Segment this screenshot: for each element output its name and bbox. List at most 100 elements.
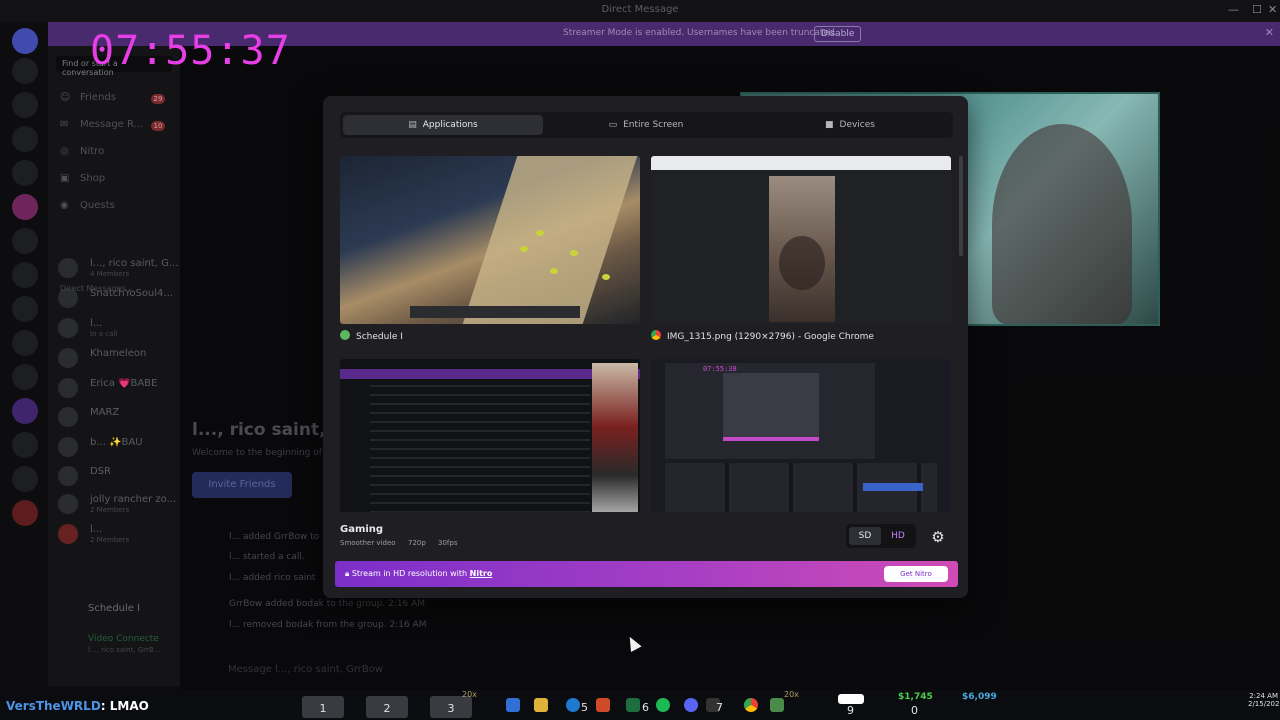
- get-nitro-button[interactable]: Get Nitro: [884, 566, 948, 582]
- system-clock[interactable]: 2:24 AM 2/15/202: [1248, 692, 1280, 708]
- server-icon[interactable]: [12, 92, 38, 118]
- chrome-taskbar-icon[interactable]: [744, 698, 758, 712]
- brave-icon[interactable]: [596, 698, 610, 712]
- close-banner-icon[interactable]: ✕: [1265, 26, 1274, 39]
- game-hotbar: [410, 306, 580, 318]
- dm-item[interactable]: jolly rancher zo... 2 Members: [58, 492, 176, 518]
- tab-devices[interactable]: ■ Devices: [750, 115, 950, 135]
- voice-status: Video Connecte: [88, 634, 159, 644]
- server-icon[interactable]: [12, 330, 38, 356]
- server-icon[interactable]: [12, 58, 38, 84]
- avatar: [58, 407, 78, 427]
- system-date: 2/15/202: [1248, 700, 1280, 708]
- source-thumbnail-schedule-i[interactable]: [340, 156, 640, 324]
- source-thumbnail-obs[interactable]: 07:55:38: [651, 359, 951, 512]
- count-badge: 20x: [784, 690, 799, 699]
- dm-item[interactable]: DSR: [58, 464, 176, 490]
- sidebar-item-quests[interactable]: ◉ Quests: [60, 200, 115, 211]
- file-explorer-icon[interactable]: [534, 698, 548, 712]
- browser-toolbar: [651, 156, 951, 170]
- server-icon[interactable]: [12, 398, 38, 424]
- avatar: [58, 524, 78, 544]
- gear-icon[interactable]: ⚙: [927, 526, 949, 548]
- shop-icon: ▣: [60, 173, 70, 184]
- taskbar: VersTheWRLD: LMAO 1 2 3 20x 5 6 7 20x 9 …: [0, 690, 1280, 720]
- dm-sidebar: Find or start a conversation ☺ Friends 29…: [48, 46, 180, 686]
- dm-item[interactable]: Erica 💗BABE: [58, 376, 176, 402]
- screen-share-modal: ▤ Applications ▭ Entire Screen ■ Devices S: [323, 96, 968, 598]
- friends-icon: ☺: [60, 92, 71, 103]
- dm-item[interactable]: l..., rico saint, G... 4 Members: [58, 256, 178, 282]
- ticker-username: VersTheWRLD: [6, 699, 101, 713]
- minimize-button[interactable]: —: [1228, 3, 1239, 16]
- tab-applications[interactable]: ▤ Applications: [343, 115, 543, 135]
- start-icon[interactable]: [506, 698, 520, 712]
- avatar: [58, 258, 78, 278]
- server-icon[interactable]: [12, 262, 38, 288]
- tab-entire-screen[interactable]: ▭ Entire Screen: [546, 115, 746, 135]
- screen-count: 9: [847, 704, 854, 717]
- quality-toggle: SD HD: [846, 524, 916, 548]
- screen-icon[interactable]: [838, 694, 864, 704]
- server-icon[interactable]: [12, 466, 38, 492]
- photo-face: [779, 236, 825, 290]
- discord-home-icon[interactable]: [12, 28, 38, 54]
- app-icon[interactable]: [770, 698, 784, 712]
- scrollbar[interactable]: [959, 156, 963, 256]
- server-icon[interactable]: [12, 364, 38, 390]
- excel-icon[interactable]: [626, 698, 640, 712]
- avatar: [58, 466, 78, 486]
- discord-rows: [370, 385, 590, 512]
- dm-item[interactable]: b... ✨BAU: [58, 435, 176, 461]
- webcam-person: [992, 124, 1132, 324]
- desktop-screen: Direct Message — ☐ ✕ Streamer Mode is en…: [0, 0, 1280, 720]
- server-icon[interactable]: [12, 432, 38, 458]
- dm-item[interactable]: SnatchYoSoul4...: [58, 286, 176, 312]
- ticker-message: : LMAO: [100, 699, 149, 713]
- hd-option[interactable]: HD: [882, 527, 914, 545]
- climbing-hold: [570, 250, 578, 256]
- sidebar-item-nitro[interactable]: ◎ Nitro: [60, 146, 104, 157]
- avatar: [58, 378, 78, 398]
- server-icon[interactable]: [12, 500, 38, 526]
- nitro-link[interactable]: Nitro: [470, 569, 493, 578]
- maximize-button[interactable]: ☐: [1252, 3, 1262, 16]
- server-icon[interactable]: [12, 296, 38, 322]
- nitro-icon: ◎: [60, 146, 69, 157]
- server-icon[interactable]: [12, 160, 38, 186]
- climbing-hold: [536, 230, 544, 236]
- obs-timer: 07:55:38: [703, 365, 737, 373]
- workspace-1[interactable]: 1: [302, 696, 344, 718]
- dm-item[interactable]: l... In a call: [58, 316, 176, 342]
- dm-item[interactable]: MARZ: [58, 405, 176, 431]
- edge-icon[interactable]: [566, 698, 580, 712]
- workspace-2[interactable]: 2: [366, 696, 408, 718]
- excel-count: 6: [642, 701, 649, 714]
- obs-inner: [723, 373, 819, 441]
- climbing-hold: [550, 268, 558, 274]
- nitro-upsell-bar: 🔒︎ Stream in HD resolution with Nitro Ge…: [335, 561, 958, 587]
- close-window-button[interactable]: ✕: [1268, 3, 1277, 16]
- dm-item[interactable]: l... 2 Members: [58, 522, 176, 548]
- sd-option[interactable]: SD: [849, 527, 881, 545]
- sidebar-item-message-requests[interactable]: ✉ Message R...: [60, 119, 143, 130]
- streamer-mode-message: Streamer Mode is enabled. Usernames have…: [563, 28, 838, 38]
- sidebar-item-friends[interactable]: ☺ Friends: [60, 92, 116, 103]
- spotify-icon[interactable]: [656, 698, 670, 712]
- dm-item[interactable]: Khameleon: [58, 346, 176, 372]
- server-icon[interactable]: [12, 228, 38, 254]
- message-requests-badge: 10: [151, 121, 165, 131]
- disable-streamer-mode-button[interactable]: Disable: [814, 26, 862, 42]
- discord-icon[interactable]: [684, 698, 698, 712]
- server-icon[interactable]: [12, 194, 38, 220]
- friends-badge: 29: [151, 94, 165, 104]
- chrome-icon: [651, 330, 661, 340]
- workspace-3[interactable]: 3: [430, 696, 472, 718]
- source-thumbnail-discord[interactable]: [340, 359, 640, 512]
- monitor-icon: ▭: [608, 120, 618, 130]
- server-icon[interactable]: [12, 126, 38, 152]
- game-wall: [462, 156, 638, 324]
- sidebar-item-shop[interactable]: ▣ Shop: [60, 173, 105, 184]
- camera-icon: ■: [825, 120, 834, 130]
- source-thumbnail-chrome[interactable]: [651, 156, 951, 324]
